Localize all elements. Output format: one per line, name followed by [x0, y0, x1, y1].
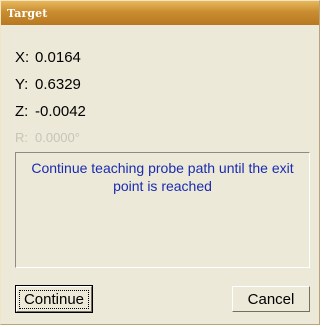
x-value: 0.0164	[35, 49, 81, 66]
r-coordinate: R: 0.0000°	[15, 130, 80, 145]
y-label: Y:	[15, 76, 29, 93]
continue-button-label: Continue	[18, 289, 90, 309]
instruction-message: Continue teaching probe path until the e…	[31, 160, 294, 194]
x-label: X:	[15, 49, 30, 66]
r-label: R:	[15, 130, 28, 145]
title-bar[interactable]: Target	[1, 1, 319, 25]
z-value: -0.0042	[35, 103, 86, 120]
y-coordinate: Y: 0.6329	[15, 76, 81, 93]
cancel-button-label: Cancel	[247, 290, 295, 308]
z-coordinate: Z: -0.0042	[15, 103, 86, 120]
r-value: 0.0000°	[35, 130, 80, 145]
message-box: Continue teaching probe path until the e…	[15, 152, 310, 268]
window-title: Target	[7, 6, 48, 20]
target-dialog: Target X: 0.0164 Y: 0.6329 Z: -0.0042 R: 0.0…	[0, 0, 320, 325]
y-value: 0.6329	[35, 76, 81, 93]
z-label: Z:	[15, 103, 29, 120]
x-coordinate: X: 0.0164	[15, 49, 81, 66]
cancel-button[interactable]: Cancel	[232, 286, 310, 312]
continue-button[interactable]: Continue	[15, 285, 93, 313]
